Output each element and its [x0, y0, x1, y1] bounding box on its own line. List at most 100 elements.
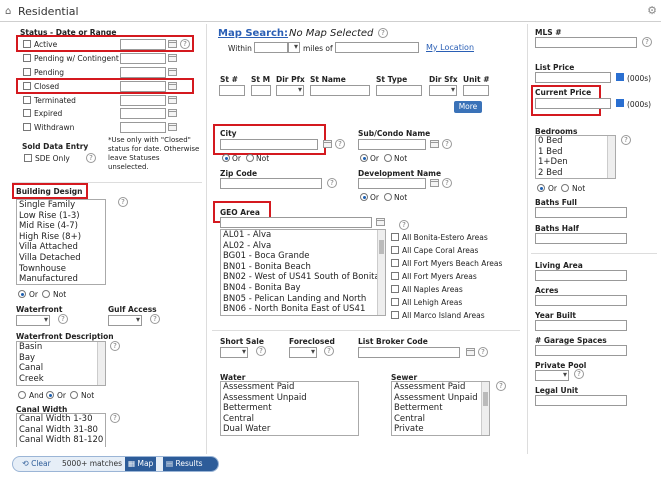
status-withdrawn-date[interactable]	[120, 122, 166, 133]
geo-area-input[interactable]	[220, 217, 372, 228]
clear-button[interactable]: ⟲ Clear	[19, 457, 54, 471]
list-item[interactable]: High Rise (8+)	[17, 232, 105, 243]
miles-of-input[interactable]	[335, 42, 419, 53]
list-item[interactable]: Canal Width 81-120	[17, 435, 105, 446]
wfd-not-radio[interactable]	[70, 391, 78, 399]
list-item[interactable]: Central	[221, 414, 358, 425]
list-picker-icon[interactable]	[323, 140, 332, 148]
development-or-radio[interactable]	[360, 193, 368, 201]
help-icon[interactable]: ?	[442, 139, 452, 149]
help-icon[interactable]: ?	[478, 347, 488, 357]
sewer-listbox[interactable]: Assessment Paid Assessment Unpaid Better…	[391, 381, 490, 436]
all-fort-myers-checkbox[interactable]	[391, 272, 399, 280]
current-price-thousands-checkbox[interactable]	[616, 99, 624, 107]
list-item[interactable]: Mid Rise (4-7)	[17, 221, 105, 232]
list-item[interactable]: 1 Bed	[536, 147, 615, 158]
calendar-icon[interactable]	[168, 54, 177, 62]
list-item[interactable]: Canal	[17, 363, 105, 374]
status-terminated-date[interactable]	[120, 95, 166, 106]
building-design-listbox[interactable]: Single Family Low Rise (1-3) Mid Rise (4…	[16, 199, 106, 285]
help-icon[interactable]: ?	[58, 314, 68, 324]
help-icon[interactable]: ?	[150, 314, 160, 324]
all-naples-checkbox[interactable]	[391, 285, 399, 293]
list-item[interactable]: Low Rise (1-3)	[17, 211, 105, 222]
help-icon[interactable]: ?	[335, 139, 345, 149]
list-item[interactable]: Townhouse	[17, 264, 105, 275]
street-number-input[interactable]	[219, 85, 245, 96]
home-icon[interactable]: ⌂	[5, 6, 11, 17]
subcondo-or-radio[interactable]	[360, 154, 368, 162]
status-withdrawn-checkbox[interactable]	[23, 123, 31, 131]
street-name-input[interactable]	[310, 85, 370, 96]
list-item[interactable]: Central	[392, 414, 489, 425]
within-select[interactable]	[288, 42, 300, 53]
calendar-icon[interactable]	[168, 96, 177, 104]
list-item[interactable]: BG01 - Boca Grande	[221, 251, 385, 262]
all-bonita-estero-checkbox[interactable]	[391, 233, 399, 241]
calendar-icon[interactable]	[168, 109, 177, 117]
list-price-thousands-checkbox[interactable]	[616, 73, 624, 81]
list-picker-icon[interactable]	[430, 140, 439, 148]
short-sale-select[interactable]	[220, 347, 248, 358]
list-item[interactable]: Creek	[17, 374, 105, 385]
help-icon[interactable]: ?	[327, 178, 337, 188]
list-picker-icon[interactable]	[376, 218, 385, 226]
scrollbar[interactable]	[377, 230, 385, 315]
list-item[interactable]: BN01 - Bonita Beach	[221, 262, 385, 273]
baths-half-input[interactable]	[535, 233, 627, 244]
street-type-input[interactable]	[376, 85, 422, 96]
status-terminated-checkbox[interactable]	[23, 96, 31, 104]
list-picker-icon[interactable]	[466, 348, 475, 356]
map-search-link[interactable]: Map Search:	[218, 28, 288, 39]
list-item[interactable]: Private	[392, 424, 489, 435]
development-not-radio[interactable]	[384, 193, 392, 201]
building-not-radio[interactable]	[42, 290, 50, 298]
scrollbar[interactable]	[97, 342, 105, 385]
within-input[interactable]	[254, 42, 288, 53]
city-or-radio[interactable]	[222, 154, 230, 162]
list-item[interactable]: Canal Width 31-80	[17, 425, 105, 436]
status-pending-checkbox[interactable]	[23, 68, 31, 76]
water-listbox[interactable]: Assessment Paid Assessment Unpaid Better…	[220, 381, 359, 436]
settings-gear-icon[interactable]: ⚙	[647, 4, 657, 17]
sub-condo-input[interactable]	[358, 139, 426, 150]
living-area-input[interactable]	[535, 270, 627, 281]
waterfront-description-listbox[interactable]: Basin Bay Canal Creek	[16, 341, 106, 386]
help-icon[interactable]: ?	[118, 197, 128, 207]
list-item[interactable]: Villa Detached	[17, 253, 105, 264]
foreclosed-select[interactable]	[289, 347, 317, 358]
help-icon[interactable]: ?	[442, 178, 452, 188]
dir-prefix-select[interactable]	[276, 85, 304, 96]
list-item[interactable]: Manufactured	[17, 274, 105, 284]
garage-spaces-input[interactable]	[535, 345, 627, 356]
list-item[interactable]: Villa Attached	[17, 242, 105, 253]
all-marco-island-checkbox[interactable]	[391, 311, 399, 319]
bedrooms-or-radio[interactable]	[537, 184, 545, 192]
list-picker-icon[interactable]	[430, 179, 439, 187]
canal-width-listbox[interactable]: Canal Width 1-30 Canal Width 31-80 Canal…	[16, 413, 106, 447]
list-item[interactable]: Bay	[17, 353, 105, 364]
list-item[interactable]: AL02 - Alva	[221, 241, 385, 252]
status-pending-contingent-checkbox[interactable]	[23, 54, 31, 62]
gulf-access-select[interactable]	[108, 315, 142, 326]
help-icon[interactable]: ?	[86, 153, 96, 163]
my-location-link[interactable]: My Location	[426, 43, 474, 52]
current-price-input[interactable]	[535, 98, 611, 109]
list-item[interactable]: Assessment Paid	[392, 382, 489, 393]
status-pending-contingent-date[interactable]	[120, 53, 166, 64]
acres-input[interactable]	[535, 295, 627, 306]
help-icon[interactable]: ?	[642, 37, 652, 47]
help-icon[interactable]: ?	[256, 346, 266, 356]
list-item[interactable]: 0 Bed	[536, 136, 615, 147]
help-icon[interactable]: ?	[496, 381, 506, 391]
list-item[interactable]: Single Family	[17, 200, 105, 211]
year-built-input[interactable]	[535, 320, 627, 331]
map-button[interactable]: ▦ Map	[125, 457, 157, 471]
city-input[interactable]	[220, 139, 318, 150]
list-item[interactable]: Assessment Paid	[221, 382, 358, 393]
help-icon[interactable]: ?	[574, 369, 584, 379]
dir-suffix-select[interactable]	[429, 85, 457, 96]
help-icon[interactable]: ?	[110, 413, 120, 423]
list-item[interactable]: Dual Water	[221, 424, 358, 435]
bedrooms-listbox[interactable]: 0 Bed 1 Bed 1+Den 2 Bed	[535, 135, 616, 179]
